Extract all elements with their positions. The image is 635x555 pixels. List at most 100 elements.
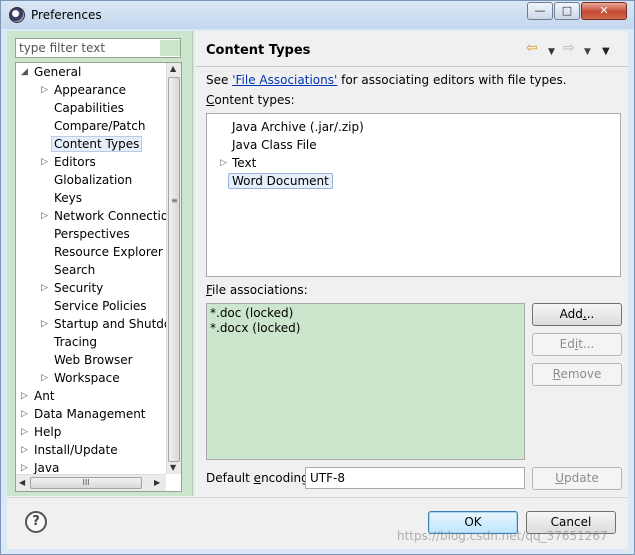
tree-item[interactable]: Search — [54, 261, 95, 279]
file-assoc-label-text: ile associations: — [212, 283, 308, 297]
tree-item[interactable]: Web Browser — [54, 351, 133, 369]
content-type-label: Java Archive (.jar/.zip) — [232, 120, 364, 134]
footer-separator — [7, 497, 628, 498]
tree-item[interactable]: Globalization — [54, 171, 132, 189]
tree-item-label: Editors — [54, 155, 96, 169]
tree-item-label: Help — [34, 425, 62, 439]
tree-item-label: Security — [54, 281, 104, 295]
expand-icon[interactable]: ▷ — [21, 387, 31, 405]
tree-item[interactable]: ▷ Help — [21, 423, 62, 441]
tree-item-label: Ant — [34, 389, 55, 403]
expand-icon[interactable]: ▷ — [220, 154, 227, 172]
title-bar[interactable]: Preferences — □ ✕ — [1, 1, 634, 29]
list-item[interactable]: *.doc (locked) — [210, 305, 293, 321]
expand-icon[interactable]: ▷ — [21, 405, 31, 423]
tree-item[interactable]: Service Policies — [54, 297, 147, 315]
scroll-left-icon[interactable]: ◀ — [19, 478, 25, 487]
tree-item-label: Network Connections — [54, 209, 182, 223]
tree-item-label: Data Management — [34, 407, 146, 421]
filter-clear-area — [160, 40, 180, 56]
collapse-icon[interactable]: ◢ — [21, 63, 31, 81]
tree-vertical-scrollbar[interactable]: ▲ ≡ ▼ — [166, 63, 181, 474]
scroll-right-icon[interactable]: ▶ — [154, 478, 160, 487]
expand-icon[interactable]: ▷ — [41, 369, 51, 387]
edit-button[interactable]: Edit... — [532, 333, 622, 356]
tree-item[interactable]: ◢ General — [21, 63, 81, 81]
expand-icon[interactable]: ▷ — [21, 441, 31, 459]
tree-item[interactable]: Perspectives — [54, 225, 130, 243]
minimize-button[interactable]: — — [527, 2, 553, 20]
edit-label-post: t... — [578, 337, 595, 351]
view-menu-icon[interactable]: ▼ — [602, 43, 610, 61]
encoding-label-mnemonic: e — [253, 471, 262, 485]
content-type-item[interactable]: Word Document — [228, 172, 333, 190]
update-button[interactable]: Update — [532, 467, 622, 490]
title-separator — [196, 66, 628, 67]
tree-item[interactable]: ▷ Editors — [41, 153, 96, 171]
content-types-label: Content types: — [206, 93, 295, 107]
tree-item[interactable]: ▷ Appearance — [41, 81, 126, 99]
list-item[interactable]: *.docx (locked) — [210, 320, 300, 336]
filter-input[interactable] — [15, 38, 181, 58]
tree-item-label: Globalization — [54, 173, 133, 187]
maximize-button[interactable]: □ — [554, 2, 580, 20]
update-label-post: pdate — [564, 471, 599, 485]
tree-item-label: Resource Explorer — [54, 245, 163, 259]
help-icon[interactable]: ? — [25, 511, 47, 533]
tree-item[interactable]: ▷ Startup and Shutdown — [41, 315, 181, 333]
tree-item[interactable]: Tracing — [54, 333, 97, 351]
tree-item[interactable]: ▷ Security — [41, 279, 104, 297]
scroll-down-icon[interactable]: ▼ — [170, 463, 176, 472]
watermark-text: https://blog.csdn.net/qq_37651267 — [397, 529, 608, 543]
tree-item[interactable]: Compare/Patch — [54, 117, 145, 135]
tree-item-label: Install/Update — [34, 443, 118, 457]
content-type-item[interactable]: ▷ Text — [220, 154, 257, 172]
back-arrow-icon[interactable]: ⇦ — [526, 39, 538, 57]
add-label-pre: Add — [559, 307, 583, 321]
content-type-label: Java Class File — [232, 138, 317, 152]
tree-item-label: Content Types — [51, 136, 143, 152]
encoding-label-pre: Default — [206, 471, 254, 485]
content-types-page: Content Types ⇦ ▼ ⇨ ▼ ▼ See 'File Associ… — [196, 31, 628, 496]
tree-item[interactable]: ▷ Data Management — [21, 405, 146, 423]
edit-label-pre: Ed — [559, 337, 575, 351]
preference-tree-pane: ◢General▷AppearanceCapabilities Compare/P… — [7, 31, 193, 496]
remove-button[interactable]: Remove — [532, 363, 622, 386]
expand-icon[interactable]: ▷ — [41, 279, 51, 297]
forward-dropdown-icon[interactable]: ▼ — [584, 43, 591, 61]
tree-item[interactable]: Content Types — [51, 135, 143, 153]
tree-item[interactable]: ▷ Install/Update — [21, 441, 118, 459]
preference-tree: ◢ General ▷ Appearance Capabilities Compare/P… — [15, 62, 182, 492]
tree-vertical-scroll-thumb[interactable]: ≡ — [168, 77, 180, 462]
close-button[interactable]: ✕ — [581, 2, 627, 20]
default-encoding-field[interactable] — [305, 467, 525, 489]
add-label-post: .. — [586, 307, 595, 321]
back-dropdown-icon[interactable]: ▼ — [548, 43, 555, 61]
scroll-up-icon[interactable]: ▲ — [170, 64, 176, 73]
pane-sash[interactable] — [193, 31, 195, 496]
tree-item-label: Compare/Patch — [54, 119, 146, 133]
tree-item[interactable]: ▷ Workspace — [41, 369, 120, 387]
expand-icon[interactable]: ▷ — [41, 207, 51, 225]
content-types-label-text: ontent types: — [214, 93, 295, 107]
content-type-label: Text — [232, 156, 257, 170]
update-label-mnemonic: U — [555, 471, 565, 485]
expand-icon[interactable]: ▷ — [41, 315, 51, 333]
tree-item[interactable]: Resource Explorer — [54, 243, 163, 261]
forward-arrow-icon[interactable]: ⇨ — [563, 39, 575, 57]
expand-icon[interactable]: ▷ — [21, 423, 31, 441]
expand-icon[interactable]: ▷ — [41, 153, 51, 171]
tree-item[interactable]: ▷ Network Connections — [41, 207, 182, 225]
tree-item[interactable]: Capabilities — [54, 99, 124, 117]
tree-horizontal-scroll-thumb[interactable]: III — [30, 477, 142, 489]
content-type-item[interactable]: Java Archive (.jar/.zip) — [232, 118, 364, 136]
expand-icon[interactable]: ▷ — [41, 81, 51, 99]
eclipse-app-icon — [9, 7, 25, 23]
content-type-item[interactable]: Java Class File — [232, 136, 317, 154]
file-associations-link[interactable]: 'File Associations' — [232, 73, 337, 87]
tree-horizontal-scrollbar[interactable]: ◀ III ▶ — [16, 474, 166, 491]
tree-item[interactable]: Keys — [54, 189, 82, 207]
add-button[interactable]: Add... — [532, 303, 622, 326]
desc-suffix: for associating editors with file types. — [337, 73, 567, 87]
tree-item[interactable]: ▷ Ant — [21, 387, 55, 405]
